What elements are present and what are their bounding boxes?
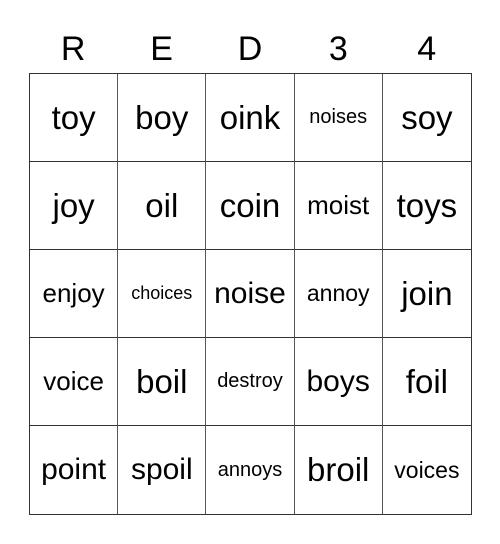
bingo-cell[interactable]: soy [382, 74, 471, 162]
bingo-cell[interactable]: annoys [206, 426, 295, 514]
bingo-cell[interactable]: enjoy [30, 250, 119, 338]
bingo-cell[interactable]: broil [295, 426, 383, 514]
bingo-header: R E D 3 4 [29, 26, 471, 72]
bingo-board: toy boy oink noises soy joy oil coin moi… [29, 73, 472, 515]
header-letter: 3 [328, 30, 348, 68]
bingo-cell[interactable]: destroy [206, 338, 295, 426]
bingo-cell[interactable]: coin [206, 162, 295, 250]
bingo-cell[interactable]: joy [30, 162, 119, 250]
bingo-cell[interactable]: foil [382, 338, 471, 426]
bingo-cell[interactable]: boil [118, 338, 207, 426]
bingo-cell[interactable]: toy [30, 74, 119, 162]
bingo-cell[interactable]: noise [206, 250, 295, 338]
bingo-cell[interactable]: noises [294, 74, 383, 162]
bingo-cell[interactable]: oink [206, 74, 295, 162]
header-letter: 4 [417, 30, 437, 68]
bingo-cell[interactable]: voice [30, 338, 119, 426]
bingo-cell[interactable]: spoil [118, 426, 207, 514]
bingo-cell[interactable]: moist [294, 162, 383, 250]
header-letter: D [237, 30, 263, 68]
bingo-cell[interactable]: choices [118, 250, 207, 338]
header-letter: R [60, 30, 86, 68]
bingo-cell[interactable]: boy [118, 74, 207, 162]
bingo-cell[interactable]: voices [383, 426, 471, 514]
bingo-cell[interactable]: point [30, 426, 119, 514]
bingo-cell[interactable]: annoy [294, 250, 383, 338]
bingo-cell[interactable]: oil [118, 162, 207, 250]
bingo-cell[interactable]: toys [382, 162, 471, 250]
header-letter: E [150, 30, 173, 68]
bingo-cell[interactable]: join [382, 250, 471, 338]
bingo-cell[interactable]: boys [294, 338, 383, 426]
